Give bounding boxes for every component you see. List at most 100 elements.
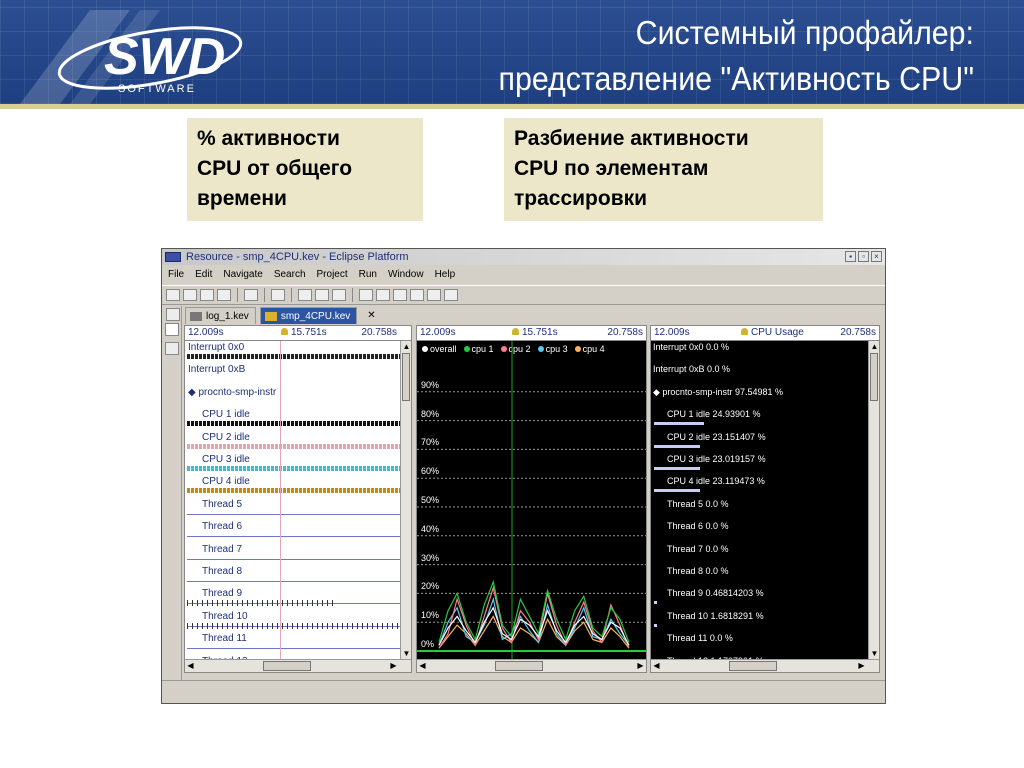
- scroll-thumb[interactable]: [870, 353, 878, 401]
- minimize-icon[interactable]: ▪: [845, 251, 856, 262]
- y-tick-label: 70%: [421, 437, 440, 448]
- trace-row-label[interactable]: Thread 9: [202, 588, 242, 599]
- usage-row[interactable]: Interrupt 0xB 0.0 %: [653, 364, 730, 374]
- trace-vertical-scrollbar[interactable]: ▲ ▼: [400, 341, 411, 659]
- time-cursor-line[interactable]: [280, 341, 281, 659]
- trace-row-label[interactable]: Thread 5: [202, 499, 242, 510]
- close-icon[interactable]: ×: [871, 251, 882, 262]
- callout-right-line-1: Разбиение активности: [514, 127, 749, 150]
- time-cursor[interactable]: 15.751s: [281, 326, 327, 340]
- trace-row-label[interactable]: Thread 6: [202, 521, 242, 532]
- chart-horizontal-scrollbar[interactable]: ◀ ▶: [417, 659, 646, 672]
- perspective-resource-icon[interactable]: [165, 323, 179, 336]
- perspective-profiler-icon[interactable]: [165, 342, 179, 355]
- trace-row-label[interactable]: Interrupt 0x0: [188, 342, 244, 353]
- usage-row[interactable]: Thread 11 0.0 %: [667, 633, 733, 643]
- trace-row-label[interactable]: Thread 10: [202, 611, 248, 622]
- usage-row[interactable]: Thread 5 0.0 %: [667, 499, 729, 509]
- maximize-icon[interactable]: ▫: [858, 251, 869, 262]
- zoom-fit-icon[interactable]: [427, 289, 441, 301]
- usage-row[interactable]: CPU 1 idle 24.93901 %: [667, 409, 761, 419]
- layout-icon[interactable]: [444, 289, 458, 301]
- scroll-up-icon[interactable]: ▲: [869, 341, 880, 352]
- usage-row[interactable]: Thread 8 0.0 %: [667, 566, 729, 576]
- y-tick-label: 10%: [421, 610, 440, 621]
- time-start: 12.009s: [654, 327, 690, 338]
- scroll-down-icon[interactable]: ▼: [869, 648, 880, 659]
- menu-navigate[interactable]: Navigate: [223, 266, 262, 284]
- scroll-thumb[interactable]: [729, 661, 777, 671]
- time-start: 12.009s: [188, 327, 224, 338]
- zoom-out-icon[interactable]: [410, 289, 424, 301]
- scroll-thumb[interactable]: [402, 353, 410, 401]
- usage-row[interactable]: Interrupt 0x0 0.0 %: [653, 342, 729, 352]
- menu-edit[interactable]: Edit: [195, 266, 212, 284]
- time-cursor[interactable]: 15.751s: [512, 326, 558, 340]
- scroll-down-icon[interactable]: ▼: [401, 648, 412, 659]
- toolbar-separator: [352, 288, 353, 302]
- open-perspective-icon[interactable]: [166, 308, 180, 321]
- trace-row-label[interactable]: Thread 11: [202, 633, 247, 644]
- history-icon[interactable]: [332, 289, 346, 301]
- eclipse-window: Resource - smp_4CPU.kev - Eclipse Platfo…: [161, 248, 886, 704]
- scroll-right-icon[interactable]: ▶: [635, 660, 646, 671]
- usage-row[interactable]: Thread 6 0.0 %: [667, 521, 729, 531]
- trace-row-label[interactable]: CPU 1 idle: [202, 409, 250, 420]
- scroll-up-icon[interactable]: ▲: [401, 341, 412, 352]
- menu-project[interactable]: Project: [317, 266, 348, 284]
- time-cursor-label: 15.751s: [522, 327, 558, 338]
- slide-title: Системный профайлер: представление "Акти…: [404, 10, 974, 102]
- zoom-in-icon[interactable]: [393, 289, 407, 301]
- scroll-thumb[interactable]: [495, 661, 543, 671]
- usage-row[interactable]: CPU 4 idle 23.119473 %: [667, 476, 765, 486]
- print-icon[interactable]: [217, 289, 231, 301]
- usage-row[interactable]: CPU 2 idle 23.151407 %: [667, 432, 766, 442]
- scroll-left-icon[interactable]: ◀: [417, 660, 428, 671]
- new-icon[interactable]: [166, 289, 180, 301]
- tab-smp-4cpu[interactable]: smp_4CPU.kev: [259, 307, 358, 324]
- logo-main-text: SWD: [104, 28, 225, 86]
- back-icon[interactable]: [298, 289, 312, 301]
- y-tick-label: 80%: [421, 408, 440, 419]
- menu-file[interactable]: File: [168, 266, 184, 284]
- prev-event-icon[interactable]: [359, 289, 373, 301]
- menu-window[interactable]: Window: [388, 266, 424, 284]
- trace-horizontal-scrollbar[interactable]: ◀ ▶: [185, 659, 411, 672]
- scroll-right-icon[interactable]: ▶: [388, 660, 399, 671]
- usage-row[interactable]: CPU 3 idle 23.019157 %: [667, 454, 766, 464]
- time-end: 20.758s: [361, 327, 397, 338]
- save-icon[interactable]: [183, 289, 197, 301]
- usage-bar: [654, 444, 701, 448]
- trace-row-label[interactable]: CPU 3 idle: [202, 454, 250, 465]
- pin-icon[interactable]: [271, 289, 285, 301]
- trace-row-label[interactable]: CPU 2 idle: [202, 432, 250, 443]
- scroll-thumb[interactable]: [263, 661, 311, 671]
- trace-event-strip: [187, 466, 401, 471]
- run-icon[interactable]: [244, 289, 258, 301]
- usage-row[interactable]: Thread 9 0.46814203 %: [667, 588, 764, 598]
- save-all-icon[interactable]: [200, 289, 214, 301]
- trace-row-label[interactable]: ◆ procnto-smp-instr: [188, 387, 276, 398]
- usage-row[interactable]: ◆ procnto-smp-instr 97.54981 %: [653, 387, 783, 398]
- tab-close-icon[interactable]: ✕: [367, 307, 375, 324]
- window-titlebar[interactable]: Resource - smp_4CPU.kev - Eclipse Platfo…: [162, 249, 885, 265]
- scroll-right-icon[interactable]: ▶: [856, 660, 867, 671]
- menu-run[interactable]: Run: [359, 266, 377, 284]
- tab-log-1[interactable]: log_1.kev: [185, 307, 256, 324]
- cursor-marker-icon: [512, 328, 519, 335]
- menu-search[interactable]: Search: [274, 266, 306, 284]
- trace-row-label[interactable]: Thread 8: [202, 566, 242, 577]
- trace-row-label[interactable]: CPU 4 idle: [202, 476, 250, 487]
- forward-icon[interactable]: [315, 289, 329, 301]
- trace-row-label[interactable]: Thread 7: [202, 544, 242, 555]
- scroll-left-icon[interactable]: ◀: [185, 660, 196, 671]
- scroll-left-icon[interactable]: ◀: [651, 660, 662, 671]
- usage-row[interactable]: Thread 7 0.0 %: [667, 544, 729, 554]
- next-event-icon[interactable]: [376, 289, 390, 301]
- y-tick-label: 50%: [421, 495, 440, 505]
- usage-row[interactable]: Thread 10 1.6818291 %: [667, 611, 764, 621]
- trace-row-label[interactable]: Interrupt 0xB: [188, 364, 245, 375]
- usage-vertical-scrollbar[interactable]: ▲ ▼: [868, 341, 879, 659]
- usage-horizontal-scrollbar[interactable]: ◀ ▶: [651, 659, 879, 672]
- menu-help[interactable]: Help: [435, 266, 456, 284]
